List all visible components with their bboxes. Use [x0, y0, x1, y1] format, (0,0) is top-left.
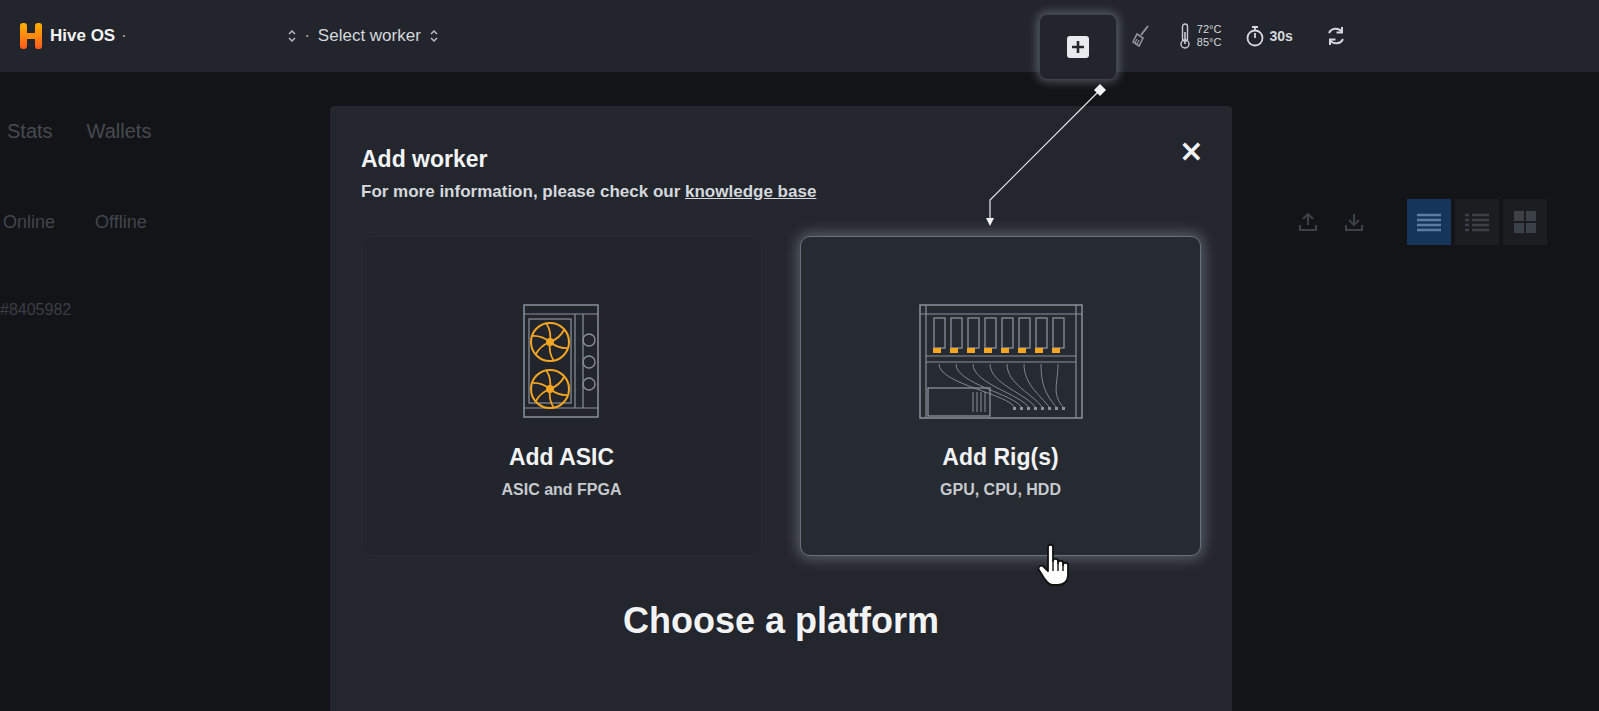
- worker-option-card[interactable]: Add ASIC ASIC and FPGA: [361, 236, 762, 556]
- option-title: Add Rig(s): [942, 444, 1058, 471]
- asic-icon: [523, 304, 601, 420]
- hand-cursor-icon: [1036, 543, 1076, 587]
- compact-list-icon: [1465, 212, 1489, 232]
- knowledge-base-link[interactable]: knowledge base: [685, 182, 816, 201]
- hive-logo-icon: [18, 22, 44, 50]
- tab[interactable]: Wallets: [87, 120, 152, 143]
- close-button[interactable]: ×: [1173, 134, 1210, 168]
- updown-icon: [287, 29, 297, 43]
- refresh-icon[interactable]: [1325, 25, 1347, 47]
- filter-tab[interactable]: Offline: [95, 212, 147, 233]
- worker-option-card[interactable]: Add Rig(s) GPU, CPU, HDD: [800, 236, 1201, 556]
- worker-options: Add ASIC ASIC and FPGA Add Rig(s) GPU, C…: [361, 236, 1201, 556]
- toolbar: 72°C85°C 30s: [1039, 0, 1347, 72]
- updown-icon: [429, 29, 439, 43]
- temperature-value: 85°C: [1197, 36, 1222, 49]
- grid-icon: [1514, 211, 1536, 233]
- plus-icon: [1067, 36, 1089, 58]
- filter-tab[interactable]: Online: [3, 212, 55, 233]
- refresh-timer[interactable]: 30s: [1245, 25, 1292, 47]
- view-toggle[interactable]: [1503, 199, 1547, 245]
- select-worker: Select worker: [318, 26, 421, 46]
- logo-text: Hive OS: [50, 26, 115, 46]
- temperature-values: 72°C85°C: [1197, 23, 1222, 49]
- list-icon: [1417, 212, 1441, 232]
- view-toggle[interactable]: [1455, 199, 1499, 245]
- section-title: Choose a platform: [361, 600, 1201, 642]
- option-subtitle: ASIC and FPGA: [501, 481, 621, 499]
- brush-icon[interactable]: [1131, 24, 1151, 48]
- option-title: Add ASIC: [509, 444, 614, 471]
- add-worker-modal: × Add worker For more information, pleas…: [330, 106, 1232, 711]
- worker-selector[interactable]: · Select worker: [287, 26, 439, 46]
- view-actions: [1297, 199, 1547, 245]
- separator: ·: [305, 27, 310, 45]
- view-toggle[interactable]: [1407, 199, 1451, 245]
- option-subtitle: GPU, CPU, HDD: [940, 481, 1061, 499]
- view-toggles: [1407, 199, 1547, 245]
- thermometer-icon: [1179, 23, 1191, 49]
- brand[interactable]: Hive OS ·: [18, 22, 127, 50]
- separator: ·: [121, 27, 126, 45]
- top-bar: Hive OS · · Select worker 72°C85°C 30s: [0, 0, 1599, 72]
- stopwatch-icon: [1245, 25, 1265, 47]
- temperature-value: 72°C: [1197, 23, 1222, 36]
- tab[interactable]: Stats: [7, 120, 53, 143]
- temperature[interactable]: 72°C85°C: [1179, 23, 1222, 49]
- timer-value: 30s: [1269, 28, 1292, 44]
- add-worker-button[interactable]: [1039, 14, 1117, 80]
- download-icon[interactable]: [1343, 211, 1365, 233]
- upload-icon[interactable]: [1297, 211, 1319, 233]
- modal-title: Add worker: [361, 144, 1201, 174]
- screen: Hive OS · · Select worker 72°C85°C 30s S…: [0, 0, 1599, 711]
- filters: Online Offline: [0, 212, 147, 233]
- rig-icon: [919, 304, 1083, 420]
- modal-subtitle: For more information, please check our k…: [361, 182, 1201, 202]
